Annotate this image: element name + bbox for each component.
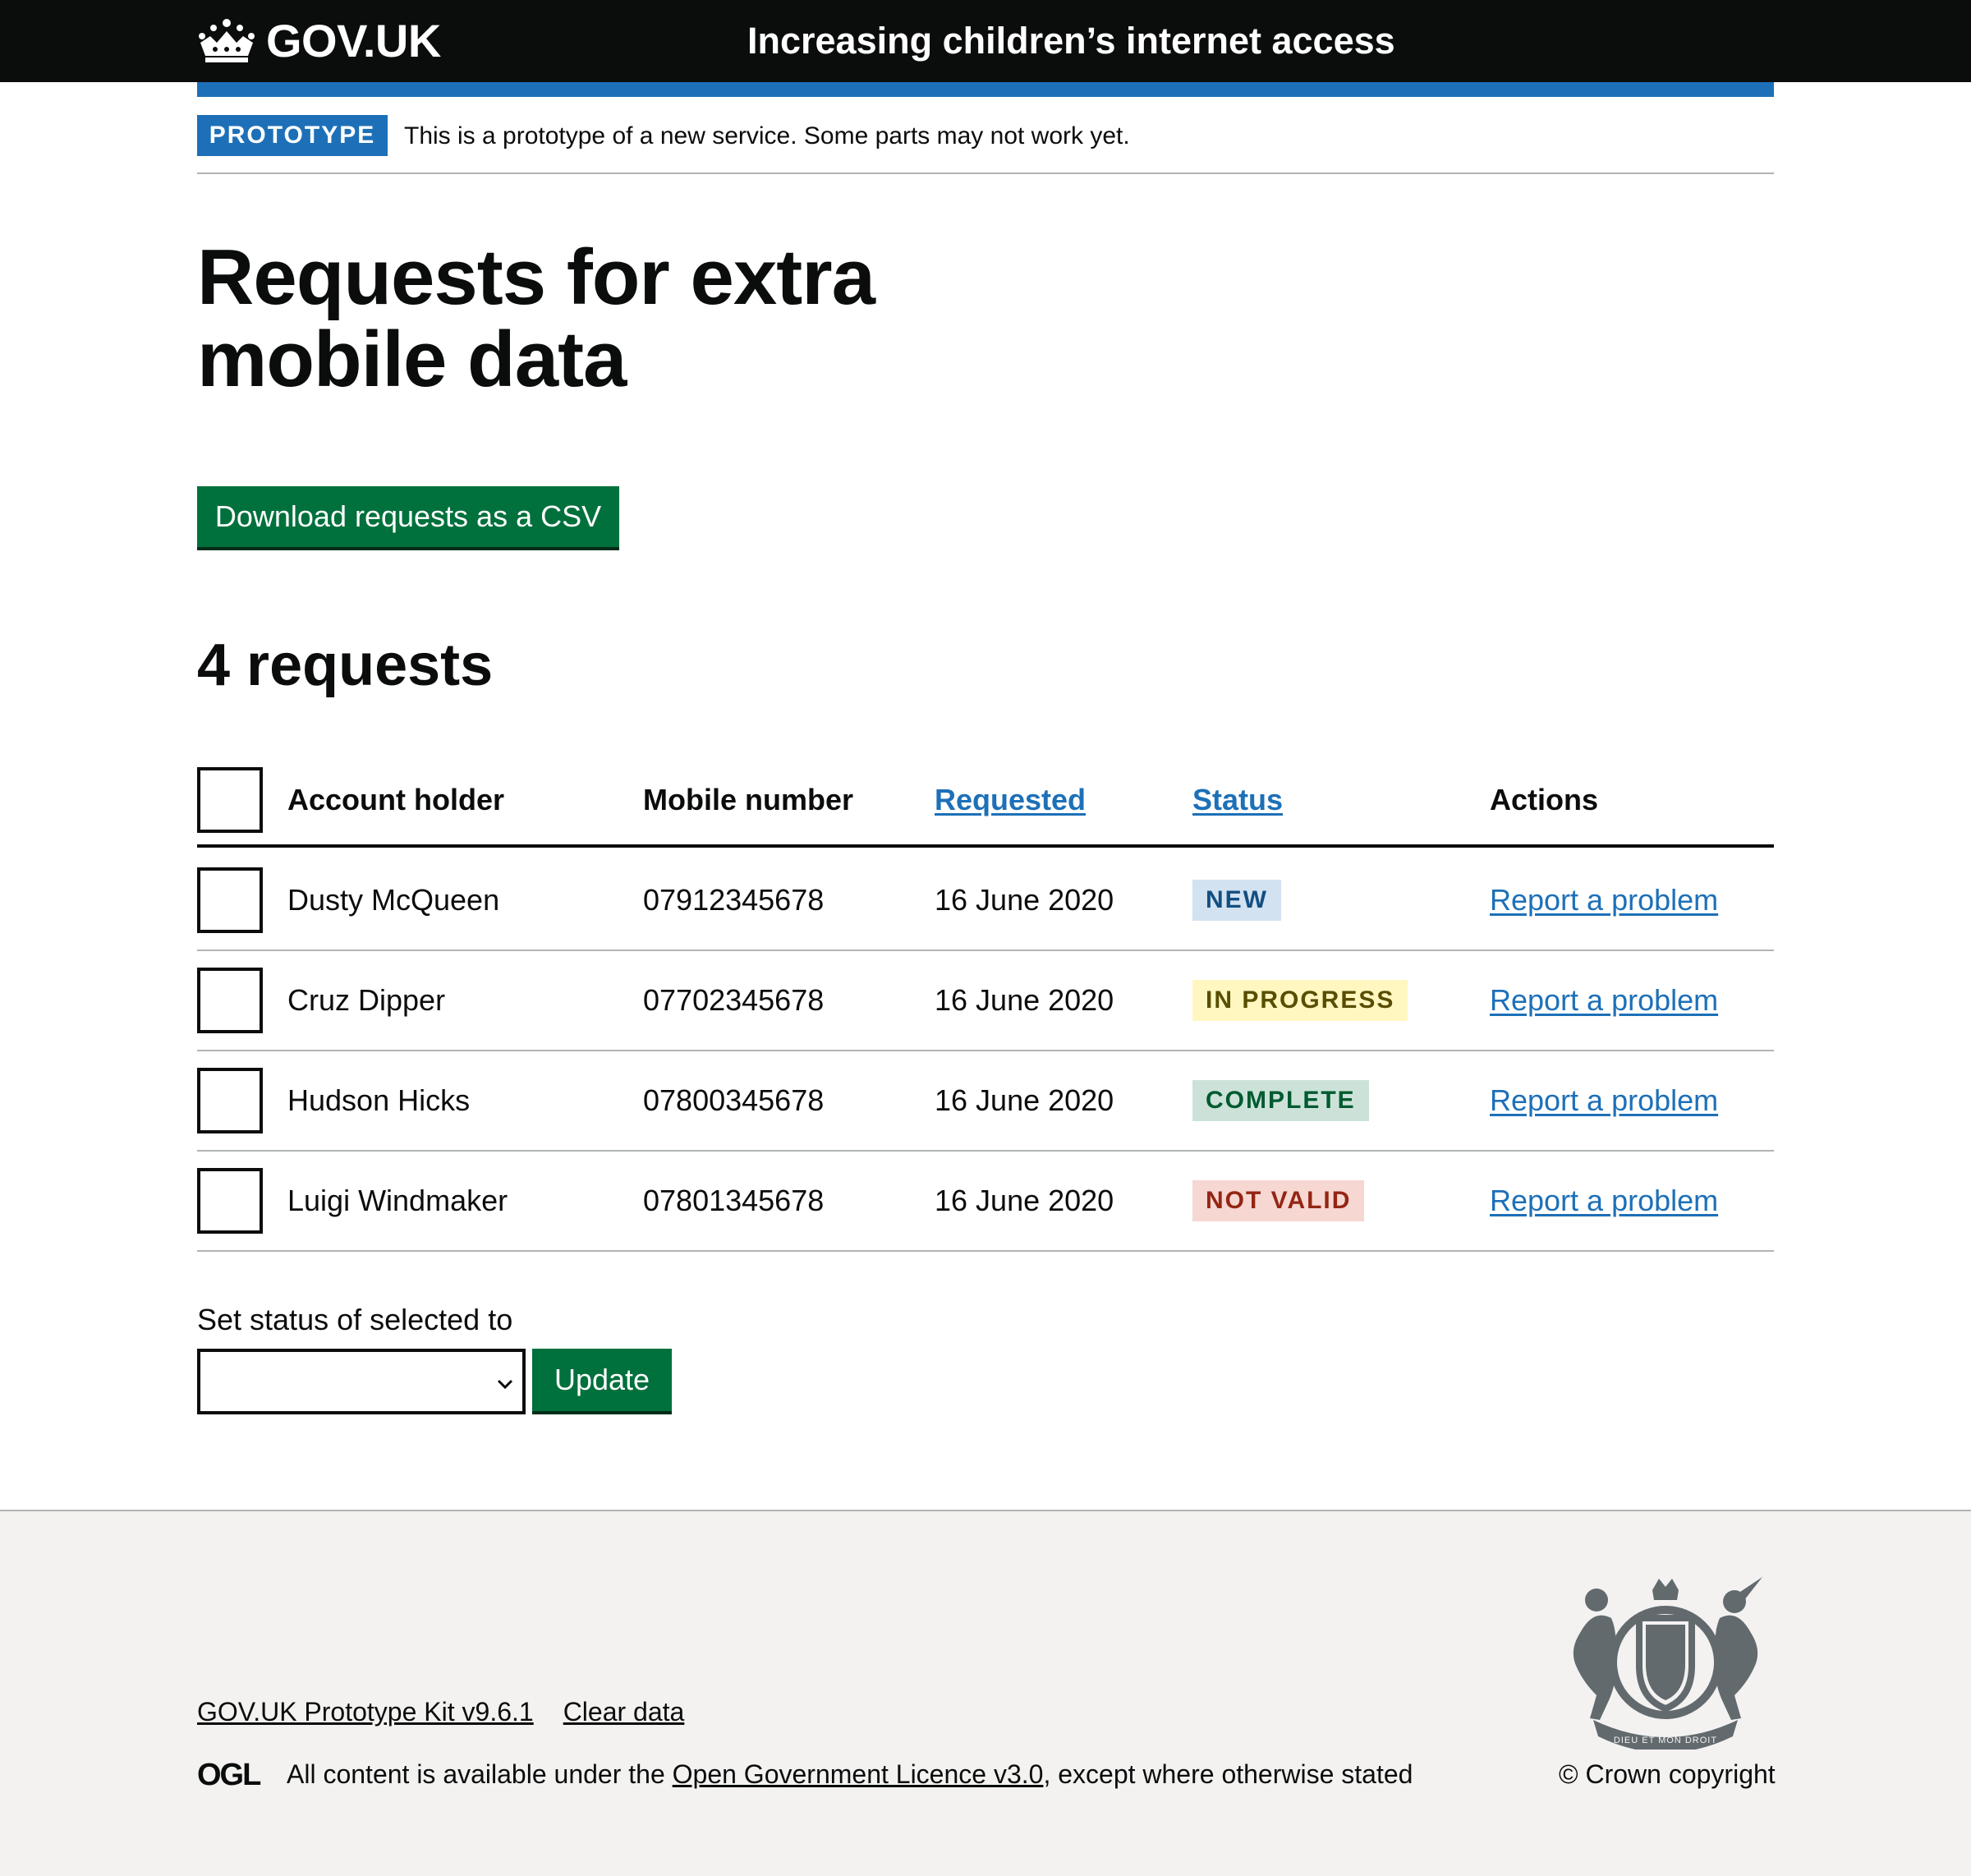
- ogl-licence-link[interactable]: Open Government Licence v3.0: [673, 1759, 1044, 1789]
- header-account-holder: Account holder: [287, 783, 505, 816]
- report-problem-link[interactable]: Report a problem: [1490, 1083, 1718, 1118]
- crown-icon: [199, 19, 255, 62]
- mobile-number-cell: 07800345678: [643, 1083, 825, 1117]
- table-row: Luigi Windmaker 07801345678 16 June 2020…: [197, 1152, 1774, 1252]
- header-actions: Actions: [1490, 783, 1599, 816]
- service-name-link[interactable]: Increasing children’s internet access: [747, 18, 1395, 64]
- row-checkbox-cell: [197, 1152, 263, 1250]
- actions-cell: Report a problem: [1490, 951, 1718, 1050]
- status-tag: NEW: [1192, 880, 1281, 921]
- report-problem-link[interactable]: Report a problem: [1490, 983, 1718, 1018]
- requested-date-cell: 16 June 2020: [935, 1083, 1114, 1117]
- page-title: Requests for extra mobile data: [197, 233, 875, 403]
- row-checkbox[interactable]: [197, 1068, 263, 1133]
- ogl-logo-text: OGL: [197, 1759, 261, 1787]
- table-row: Cruz Dipper 07702345678 16 June 2020 IN …: [197, 951, 1774, 1051]
- licence-suffix: , except where otherwise stated: [1043, 1759, 1413, 1789]
- row-checkbox-cell: [197, 951, 263, 1050]
- row-checkbox-cell: [197, 851, 263, 949]
- update-button[interactable]: Update: [532, 1349, 672, 1411]
- row-checkbox[interactable]: [197, 1168, 263, 1234]
- status-tag: NOT VALID: [1192, 1180, 1365, 1221]
- status-select[interactable]: [197, 1349, 526, 1414]
- ogl-logo-icon: OGL: [197, 1759, 263, 1787]
- royal-coat-of-arms-icon: DIEU ET MON DROIT: [1573, 1577, 1762, 1750]
- phase-banner-text: This is a prototype of a new service. So…: [404, 122, 1130, 149]
- status-tag: COMPLETE: [1192, 1080, 1369, 1121]
- status-cell: COMPLETE: [1192, 1051, 1369, 1150]
- requested-date-cell: 16 June 2020: [935, 883, 1114, 917]
- status-tag: IN PROGRESS: [1192, 980, 1408, 1021]
- mobile-number-cell: 07801345678: [643, 1184, 825, 1217]
- clear-data-link[interactable]: Clear data: [563, 1695, 685, 1728]
- table-row: Hudson Hicks 07800345678 16 June 2020 CO…: [197, 1051, 1774, 1152]
- account-holder-cell: Hudson Hicks: [287, 1083, 471, 1117]
- account-holder-cell: Luigi Windmaker: [287, 1184, 508, 1217]
- header-blue-stripe: [197, 82, 1774, 97]
- requested-date-cell: 16 June 2020: [935, 983, 1114, 1017]
- requested-date-cell: 16 June 2020: [935, 1184, 1114, 1217]
- header-mobile-number: Mobile number: [643, 783, 854, 816]
- account-holder-cell: Dusty McQueen: [287, 883, 500, 917]
- sort-status-link[interactable]: Status: [1192, 783, 1283, 817]
- select-all-cell: [197, 756, 263, 844]
- status-cell: NEW: [1192, 851, 1281, 949]
- chevron-down-icon: [497, 1379, 513, 1390]
- footer-links: GOV.UK Prototype Kit v9.6.1 Clear data: [197, 1695, 684, 1728]
- set-status-label: Set status of selected to: [197, 1303, 513, 1336]
- site-footer: GOV.UK Prototype Kit v9.6.1 Clear data O…: [0, 1510, 1971, 1876]
- sort-requested-link[interactable]: Requested: [935, 783, 1086, 817]
- licence-prefix: All content is available under the: [287, 1759, 673, 1789]
- report-problem-link[interactable]: Report a problem: [1490, 1184, 1718, 1218]
- account-holder-cell: Cruz Dipper: [287, 983, 446, 1017]
- mobile-number-cell: 07912345678: [643, 883, 825, 917]
- row-checkbox[interactable]: [197, 867, 263, 933]
- copyright-cell: © Crown copyright: [1559, 1758, 1776, 1791]
- actions-cell: Report a problem: [1490, 851, 1718, 949]
- actions-cell: Report a problem: [1490, 1051, 1718, 1150]
- table-header-row: Account holder Mobile number Requested S…: [197, 756, 1774, 848]
- status-cell: NOT VALID: [1192, 1152, 1365, 1250]
- logo-text: GOV.UK: [266, 15, 441, 67]
- header-requested-cell: Requested: [935, 756, 1086, 844]
- mobile-number-cell: 07702345678: [643, 983, 825, 1017]
- site-header: GOV.UK Increasing children’s internet ac…: [0, 0, 1971, 82]
- table-row: Dusty McQueen 07912345678 16 June 2020 N…: [197, 851, 1774, 951]
- download-csv-button[interactable]: Download requests as a CSV: [197, 486, 619, 547]
- phase-banner: PROTOTYPE This is a prototype of a new s…: [197, 115, 1774, 174]
- select-all-checkbox[interactable]: [197, 767, 263, 833]
- licence-text: All content is available under the Open …: [287, 1758, 1413, 1791]
- row-checkbox[interactable]: [197, 968, 263, 1033]
- requests-count-heading: 4 requests: [197, 632, 494, 698]
- crown-copyright-link[interactable]: © Crown copyright: [1559, 1759, 1776, 1789]
- status-cell: IN PROGRESS: [1192, 951, 1408, 1050]
- report-problem-link[interactable]: Report a problem: [1490, 883, 1718, 917]
- actions-cell: Report a problem: [1490, 1152, 1718, 1250]
- header-status-cell: Status: [1192, 756, 1283, 844]
- crest-motto-text: DIEU ET MON DROIT: [1614, 1736, 1717, 1745]
- prototype-kit-link[interactable]: GOV.UK Prototype Kit v9.6.1: [197, 1695, 534, 1728]
- phase-tag: PROTOTYPE: [197, 115, 388, 156]
- govuk-logo-link[interactable]: GOV.UK: [197, 15, 441, 67]
- row-checkbox-cell: [197, 1051, 263, 1150]
